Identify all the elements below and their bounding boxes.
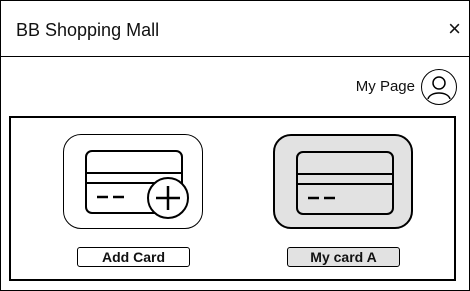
window-title: BB Shopping Mall	[16, 20, 160, 40]
my-page-label: My Page	[355, 78, 415, 95]
my-card-a-button[interactable]: My card A	[287, 247, 400, 267]
my-page-button[interactable]: My Page	[356, 67, 457, 107]
my-card-a-tile[interactable]	[273, 134, 413, 229]
user-avatar-icon[interactable]	[421, 69, 457, 105]
add-card-button[interactable]: Add Card	[77, 247, 190, 267]
app-window: BB Shopping Mall × My Page Add Card My c…	[0, 0, 470, 291]
card-selection-panel: Add Card My card A	[9, 116, 456, 281]
credit-card-icon	[296, 151, 394, 215]
credit-card-add-icon	[85, 150, 189, 219]
title-bar: BB Shopping Mall ×	[1, 1, 469, 57]
close-icon[interactable]: ×	[448, 18, 461, 40]
add-card-tile[interactable]	[63, 134, 203, 229]
